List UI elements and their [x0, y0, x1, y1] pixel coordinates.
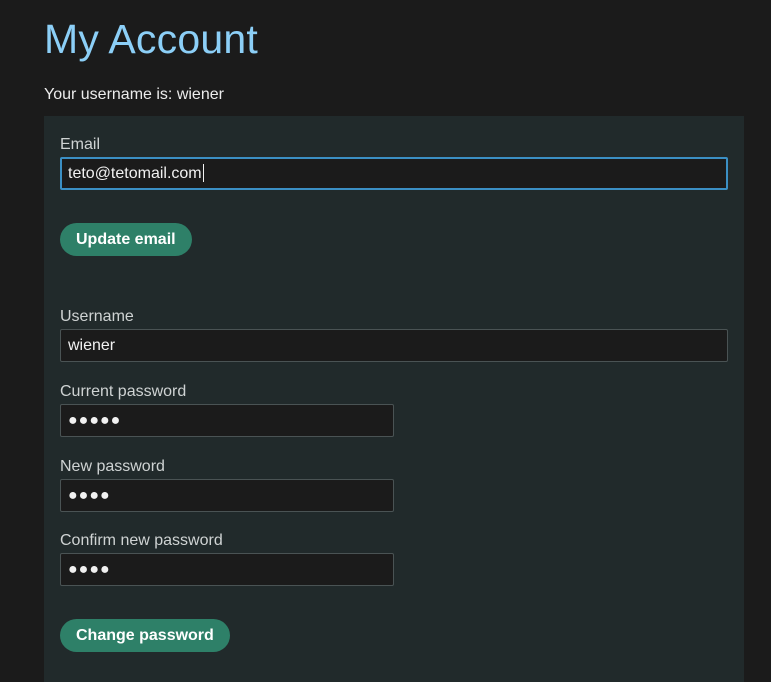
text-caret — [202, 164, 204, 182]
confirm-password-mask: ●●●● — [68, 561, 111, 578]
confirm-password-label: Confirm new password — [60, 532, 223, 549]
confirm-password-input[interactable]: ●●●● — [60, 553, 394, 586]
new-password-label: New password — [60, 458, 165, 475]
account-page: My Account Your username is: wiener Emai… — [0, 0, 771, 682]
email-input-value: teto@tetomail.com — [68, 165, 202, 182]
change-password-button[interactable]: Change password — [60, 619, 230, 652]
username-label: Username — [60, 308, 134, 325]
update-email-button[interactable]: Update email — [60, 223, 192, 256]
new-password-input[interactable]: ●●●● — [60, 479, 394, 512]
current-password-mask: ●●●●● — [68, 412, 122, 429]
current-password-label: Current password — [60, 383, 187, 400]
new-password-mask: ●●●● — [68, 487, 111, 504]
email-input[interactable]: teto@tetomail.com — [60, 157, 728, 190]
username-display: Your username is: wiener — [44, 86, 224, 103]
current-password-input[interactable]: ●●●●● — [60, 404, 394, 437]
username-input[interactable]: wiener — [60, 329, 728, 362]
username-input-value: wiener — [68, 337, 116, 354]
account-panel: Email teto@tetomail.com Update email Use… — [44, 116, 744, 682]
email-label: Email — [60, 136, 101, 153]
page-title: My Account — [44, 16, 258, 62]
